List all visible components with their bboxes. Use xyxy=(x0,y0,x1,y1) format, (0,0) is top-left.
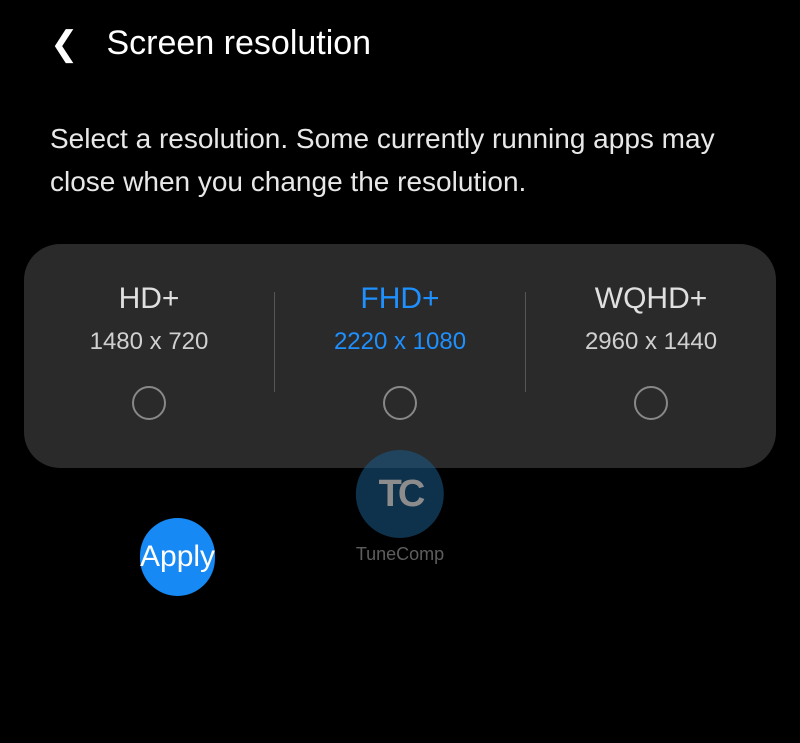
header: ❮ Screen resolution xyxy=(0,0,800,87)
apply-button[interactable]: Apply xyxy=(140,518,215,596)
watermark-text: TuneComp xyxy=(356,544,444,565)
option-label: WQHD+ xyxy=(595,282,708,316)
option-wqhd[interactable]: WQHD+ 2960 x 1440 xyxy=(526,274,776,428)
back-icon[interactable]: ❮ xyxy=(50,27,79,61)
option-fhd[interactable]: FHD+ 2220 x 1080 xyxy=(275,274,525,428)
radio-icon[interactable] xyxy=(634,386,668,420)
option-hd[interactable]: HD+ 1480 x 720 xyxy=(24,274,274,428)
option-detail: 2960 x 1440 xyxy=(585,328,717,356)
description-text: Select a resolution. Some currently runn… xyxy=(0,87,800,244)
radio-icon[interactable] xyxy=(132,386,166,420)
option-detail: 2220 x 1080 xyxy=(334,328,466,356)
resolution-options-panel: HD+ 1480 x 720 FHD+ 2220 x 1080 WQHD+ 29… xyxy=(24,244,776,468)
radio-icon[interactable] xyxy=(383,386,417,420)
option-label: FHD+ xyxy=(360,282,439,316)
page-title: Screen resolution xyxy=(107,24,372,63)
option-detail: 1480 x 720 xyxy=(90,328,209,356)
option-label: HD+ xyxy=(119,282,180,316)
